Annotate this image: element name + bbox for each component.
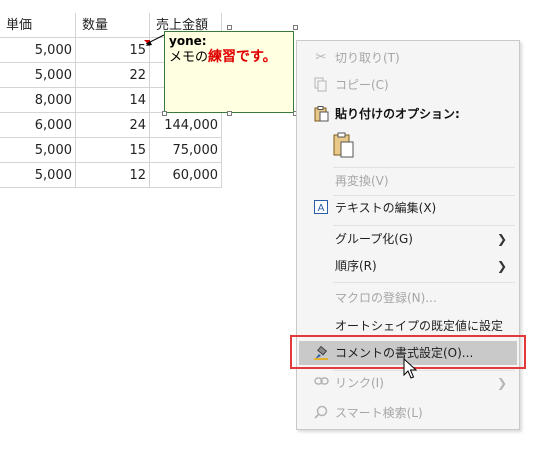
resize-handle-bottom[interactable] xyxy=(227,111,232,116)
comment-connector-line xyxy=(146,34,165,46)
cell-unit-price[interactable]: 6,000 xyxy=(0,113,76,138)
resize-handle-bottom-left[interactable] xyxy=(162,111,167,116)
submenu-arrow-icon: ❯ xyxy=(496,376,507,390)
menu-item-copy[interactable]: コピー(C) xyxy=(299,73,517,97)
comment-box[interactable]: yone: メモの練習です。 xyxy=(164,31,294,113)
cell-unit-price[interactable]: 5,000 xyxy=(0,38,76,63)
menu-item-edit-text[interactable]: A テキストの編集(X) xyxy=(299,196,517,220)
menu-item-assign-macro[interactable]: マクロの登録(N)... xyxy=(299,286,517,310)
menu-item-smart-lookup[interactable]: スマート検索(L) xyxy=(299,401,517,425)
cell-sales[interactable]: 60,000 xyxy=(150,163,222,188)
cell-unit-price[interactable]: 8,000 xyxy=(0,88,76,113)
cell-quantity[interactable]: 15 xyxy=(76,138,150,163)
scissors-icon: ✂ xyxy=(315,50,327,65)
cell-quantity[interactable]: 22 xyxy=(76,63,150,88)
comment-text-highlight: 練習です。 xyxy=(208,49,277,65)
cell-quantity[interactable]: 12 xyxy=(76,163,150,188)
menu-separator xyxy=(333,282,515,283)
menu-item-paste-options: 貼り付けのオプション: xyxy=(299,102,517,126)
submenu-arrow-icon: ❯ xyxy=(496,232,507,246)
header-cell-unit-price[interactable]: 単価 xyxy=(0,13,76,38)
comment-text-prefix: メモの xyxy=(169,50,209,65)
menu-separator xyxy=(333,167,515,168)
comment-author: yone: xyxy=(169,34,207,48)
cell-sales[interactable]: 75,000 xyxy=(150,138,222,163)
cell-unit-price[interactable]: 5,000 xyxy=(0,63,76,88)
header-cell-quantity[interactable]: 数量 xyxy=(76,13,150,38)
menu-item-order[interactable]: 順序(R) ❯ xyxy=(299,254,517,278)
menu-item-group[interactable]: グループ化(G) ❯ xyxy=(299,227,517,251)
cell-unit-price[interactable]: 5,000 xyxy=(0,163,76,188)
search-icon xyxy=(313,405,329,421)
copy-icon xyxy=(313,77,329,93)
comment-text: メモの練習です。 xyxy=(169,48,289,67)
menu-item-reconvert[interactable]: 再変換(V) xyxy=(299,169,517,193)
menu-separator xyxy=(333,225,515,226)
resize-handle-top[interactable] xyxy=(227,25,232,30)
text-box-icon: A xyxy=(313,200,329,216)
svg-text:A: A xyxy=(318,203,325,214)
link-icon xyxy=(313,375,329,391)
cell-unit-price[interactable]: 5,000 xyxy=(0,138,76,163)
submenu-arrow-icon: ❯ xyxy=(496,259,507,273)
clipboard-icon xyxy=(313,106,329,122)
cell-quantity[interactable]: 15 xyxy=(76,38,150,63)
menu-item-cut[interactable]: ✂ 切り取り(T) xyxy=(299,46,517,70)
cell-quantity[interactable]: 14 xyxy=(76,88,150,113)
mouse-cursor-icon xyxy=(403,358,417,379)
cell-quantity[interactable]: 24 xyxy=(76,113,150,138)
paste-keep-format-icon[interactable] xyxy=(333,132,355,158)
cell-sales[interactable]: 144,000 xyxy=(150,113,222,138)
resize-handle-top-right[interactable] xyxy=(293,25,298,30)
